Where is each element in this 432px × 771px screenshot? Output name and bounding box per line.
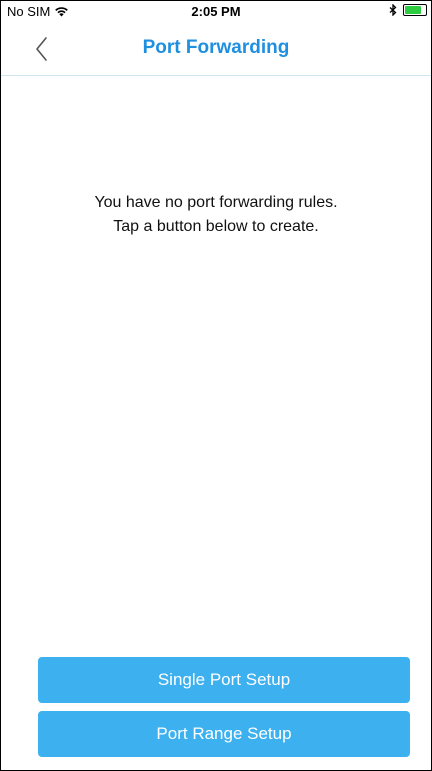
app-screen: No SIM 2:05 PM Port Forwarding You have <box>0 0 432 771</box>
empty-state-line-1: You have no port forwarding rules. <box>94 194 338 211</box>
status-time: 2:05 PM <box>191 4 241 19</box>
page-title: Port Forwarding <box>142 37 290 58</box>
empty-state-line-2: Tap a button below to create. <box>113 218 319 235</box>
bluetooth-icon <box>389 4 397 16</box>
status-right <box>389 4 427 16</box>
battery-level <box>405 6 421 14</box>
navigation-bar: Port Forwarding <box>1 23 431 76</box>
port-range-setup-button[interactable]: Port Range Setup <box>38 711 410 757</box>
status-bar: No SIM 2:05 PM <box>1 1 431 23</box>
battery-icon <box>403 4 427 16</box>
empty-state-message: You have no port forwarding rules. Tap a… <box>1 191 431 239</box>
single-port-setup-button[interactable]: Single Port Setup <box>38 657 410 703</box>
